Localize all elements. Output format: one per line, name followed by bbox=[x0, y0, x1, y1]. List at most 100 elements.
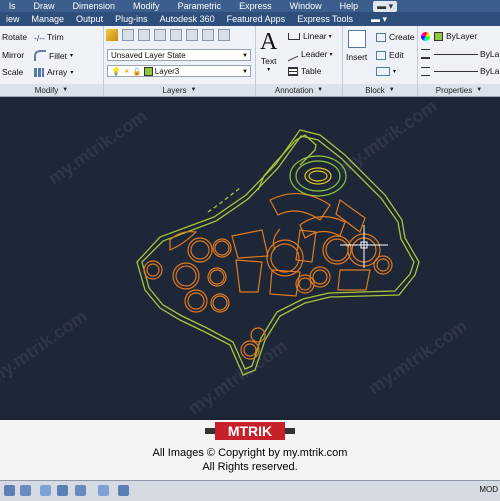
modify-title-label: Modify bbox=[34, 85, 59, 95]
drawing-viewport[interactable]: my.mtrik.com my.mtrik.com my.mtrik.com m… bbox=[0, 96, 500, 418]
tab-autodesk360[interactable]: Autodesk 360 bbox=[154, 14, 221, 24]
linear-button[interactable]: Linear ▾ bbox=[288, 31, 332, 41]
panel-expand-icon: ▼ bbox=[476, 87, 483, 93]
fillet-button[interactable]: Fillet ▾ bbox=[34, 50, 73, 61]
trim-label: Trim bbox=[47, 32, 64, 42]
leader-dropdown-icon: ▾ bbox=[329, 51, 333, 58]
leader-label: Leader bbox=[301, 49, 328, 59]
create-icon bbox=[376, 32, 386, 42]
mirror-button[interactable]: Mirror bbox=[2, 50, 24, 60]
trim-button[interactable]: -/-- Trim bbox=[34, 32, 64, 43]
layer-icon-4[interactable] bbox=[154, 29, 166, 41]
modify-panel: Rotate Mirror Scale -/-- Trim Fillet ▾ A… bbox=[0, 26, 104, 96]
trim-icon: -/-- bbox=[34, 32, 45, 43]
edit-icon bbox=[376, 50, 386, 60]
copyright-line: All Images © Copyright by my.mtrik.com bbox=[152, 447, 348, 459]
create-label: Create bbox=[389, 32, 415, 42]
linear-dropdown-icon: ▾ bbox=[328, 33, 332, 40]
layers-panel: Unsaved Layer State ▼ 💡 ☀ 🔓 Layer3 ▼ Lay… bbox=[104, 26, 256, 96]
menu-express[interactable]: Express bbox=[230, 1, 281, 11]
leader-button[interactable]: Leader ▾ bbox=[288, 46, 333, 62]
menu-tools[interactable]: ls bbox=[0, 1, 25, 11]
layer-icon-5[interactable] bbox=[170, 29, 182, 41]
layer-icon-8[interactable] bbox=[218, 29, 230, 41]
tab-express-tools[interactable]: Express Tools bbox=[291, 14, 359, 24]
table-icon bbox=[288, 66, 298, 76]
chevron-down-icon: ▼ bbox=[242, 69, 248, 75]
mirror-label: Mirror bbox=[2, 50, 25, 60]
fillet-dropdown-icon[interactable]: ▾ bbox=[70, 52, 73, 59]
menu-help[interactable]: Help bbox=[331, 1, 368, 11]
lock-icon: 🔓 bbox=[132, 69, 142, 76]
text-icon: A bbox=[260, 29, 278, 55]
menu-modify[interactable]: Modify bbox=[124, 1, 169, 11]
annotation-panel-title[interactable]: Annotation ▼ bbox=[256, 84, 342, 96]
block-panel: Insert Create Edit ▾ Block ▼ bbox=[343, 26, 418, 96]
layer-icon-3[interactable] bbox=[138, 29, 150, 41]
edit-button[interactable]: Edit bbox=[376, 50, 404, 60]
layer-icon-2[interactable] bbox=[122, 29, 134, 41]
panel-expand-icon: ▼ bbox=[317, 87, 324, 93]
sun-icon: ☀ bbox=[123, 67, 131, 76]
tab-output[interactable]: Output bbox=[70, 14, 109, 24]
rotate-button[interactable]: Rotate bbox=[2, 32, 27, 42]
scale-button[interactable]: Scale bbox=[2, 67, 23, 77]
osnap-icon[interactable] bbox=[75, 485, 86, 496]
model-status[interactable]: MOD bbox=[479, 485, 498, 494]
lineweight-control[interactable]: ByLa bbox=[421, 49, 499, 59]
panel-expand-icon: ▼ bbox=[62, 87, 69, 93]
menu-dimension[interactable]: Dimension bbox=[64, 1, 125, 11]
tab-featured-apps[interactable]: Featured Apps bbox=[221, 14, 292, 24]
table-label: Table bbox=[301, 66, 322, 76]
properties-panel: ByLayer ByLa ByLa Properties ▼ bbox=[418, 26, 500, 96]
menu-extra-icon[interactable]: ▬ ▾ bbox=[373, 0, 398, 12]
ducs-icon[interactable] bbox=[118, 485, 129, 496]
snap-icon[interactable] bbox=[20, 485, 31, 496]
mtrik-logo: MTRIK bbox=[205, 422, 295, 440]
layers-panel-title[interactable]: Layers ▼ bbox=[104, 84, 255, 96]
layer-icon-7[interactable] bbox=[202, 29, 214, 41]
linetype-control[interactable]: ByLa bbox=[421, 66, 499, 76]
menu-window[interactable]: Window bbox=[281, 1, 331, 11]
tab-view[interactable]: iew bbox=[0, 14, 26, 24]
tab-manage[interactable]: Manage bbox=[26, 14, 71, 24]
modify-panel-title[interactable]: Modify ▼ bbox=[0, 84, 103, 96]
color-control[interactable]: ByLayer bbox=[421, 31, 477, 41]
layer-color-swatch bbox=[143, 67, 153, 77]
annotation-panel: A Text ▾ Linear ▾ Leader ▾ Table Annotat… bbox=[256, 26, 343, 96]
array-dropdown-icon[interactable]: ▾ bbox=[70, 69, 73, 76]
block-attribute-button[interactable]: ▾ bbox=[376, 67, 396, 76]
layer-icon-6[interactable] bbox=[186, 29, 198, 41]
table-button[interactable]: Table bbox=[288, 66, 321, 76]
insert-button[interactable]: Insert bbox=[346, 30, 367, 62]
block-title-label: Block bbox=[365, 85, 385, 95]
polar-icon[interactable] bbox=[57, 485, 68, 496]
fillet-label: Fillet bbox=[49, 50, 67, 61]
ribbon: Rotate Mirror Scale -/-- Trim Fillet ▾ A… bbox=[0, 26, 500, 97]
text-dropdown-icon: ▾ bbox=[267, 67, 271, 73]
properties-panel-title[interactable]: Properties ▼ bbox=[418, 84, 500, 96]
otrack-icon[interactable] bbox=[98, 485, 109, 496]
array-button[interactable]: Array ▾ bbox=[34, 67, 73, 77]
menu-parametric[interactable]: Parametric bbox=[169, 1, 231, 11]
tab-plugins[interactable]: Plug-ins bbox=[109, 14, 154, 24]
ribbon-minimize-icon[interactable]: ▬ ▾ bbox=[365, 14, 393, 25]
insert-icon bbox=[347, 30, 366, 48]
linear-dimension-icon bbox=[288, 32, 300, 40]
attribute-dropdown-icon: ▾ bbox=[393, 69, 397, 75]
block-panel-title[interactable]: Block ▼ bbox=[343, 84, 417, 96]
layer-properties-icon[interactable] bbox=[106, 29, 118, 41]
layer-state-dropdown[interactable]: Unsaved Layer State ▼ bbox=[107, 49, 251, 61]
grid-icon[interactable] bbox=[4, 485, 15, 496]
layer-dropdown[interactable]: 💡 ☀ 🔓 Layer3 ▼ bbox=[107, 65, 251, 77]
color-value: ByLayer bbox=[446, 31, 478, 41]
linetype-value: ByLa bbox=[480, 66, 500, 76]
ortho-icon[interactable] bbox=[40, 485, 51, 496]
menu-draw[interactable]: Draw bbox=[25, 1, 64, 11]
oval-feature bbox=[289, 155, 347, 197]
bulb-icon: 💡 bbox=[111, 67, 121, 76]
create-button[interactable]: Create bbox=[376, 32, 415, 42]
array-icon bbox=[34, 67, 44, 77]
rights-line: All Rights reserved. bbox=[202, 461, 298, 473]
text-button[interactable]: A Text ▾ bbox=[260, 30, 277, 73]
